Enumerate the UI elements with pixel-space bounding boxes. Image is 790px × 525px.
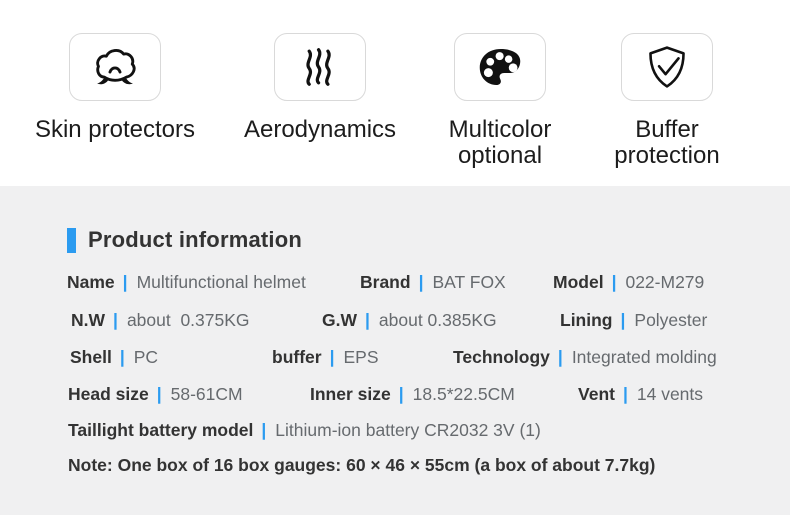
spec-separator: |: [419, 272, 424, 292]
note-cell: Note: One box of 16 box gauges: 60 × 46 …: [68, 453, 655, 477]
spec-cell-vent: Vent | 14 vents: [578, 382, 703, 406]
spec-cell-name: Name | Multifunctional helmet: [67, 270, 306, 294]
spec-separator: |: [330, 347, 335, 367]
spec-cell-buffer: buffer | EPS: [272, 345, 379, 369]
note-row: Note: One box of 16 box gauges: 60 × 46 …: [0, 453, 790, 479]
feature-label: Aerodynamics: [228, 117, 412, 143]
spec-label: Vent: [578, 384, 615, 404]
product-detail-page: Skin protectors Aerodynamics: [0, 0, 790, 525]
spec-value: BAT FOX: [432, 272, 505, 292]
feature-label: Skin protectors: [23, 117, 207, 143]
spec-separator: |: [157, 384, 162, 404]
spec-separator: |: [120, 347, 125, 367]
spec-value: Integrated molding: [572, 347, 717, 367]
note-text: Note: One box of 16 box gauges: 60 × 46 …: [68, 455, 655, 475]
spec-value: 022-M279: [625, 272, 704, 292]
spec-value: about 0.375KG: [127, 310, 250, 330]
spec-cell-brand: Brand | BAT FOX: [360, 270, 506, 294]
spec-separator: |: [113, 310, 118, 330]
feature-skin-protectors: Skin protectors: [23, 33, 207, 143]
feature-label: Buffer protection: [575, 117, 759, 169]
spec-label: Inner size: [310, 384, 391, 404]
shield-check-icon: [621, 33, 713, 101]
spec-value: EPS: [343, 347, 378, 367]
spec-label: Technology: [453, 347, 550, 367]
spec-separator: |: [365, 310, 370, 330]
spec-row: N.W | about 0.375KG G.W | about 0.385KG Lini…: [0, 308, 790, 334]
section-title: Product information: [88, 227, 302, 253]
spec-separator: |: [612, 272, 617, 292]
spec-value: Polyester: [634, 310, 707, 330]
spec-cell-nw: N.W | about 0.375KG: [71, 308, 250, 332]
spec-value: 14 vents: [637, 384, 703, 404]
spec-cell-taillight-battery: Taillight battery model | Lithium-ion batt…: [68, 418, 541, 442]
spec-separator: |: [261, 420, 266, 440]
spec-row: Name | Multifunctional helmet Brand | BAT FO…: [0, 270, 790, 296]
section-header: Product information: [67, 227, 302, 253]
spec-cell-head-size: Head size | 58-61CM: [68, 382, 243, 406]
feature-buffer-protection: Buffer protection: [575, 33, 759, 169]
spec-row: Shell | PC buffer | EPS Technology | Integrate…: [0, 345, 790, 371]
spec-row: Taillight battery model | Lithium-ion batt…: [0, 418, 790, 444]
spec-separator: |: [123, 272, 128, 292]
spec-separator: |: [399, 384, 404, 404]
airflow-icon: [274, 33, 366, 101]
spec-cell-gw: G.W | about 0.385KG: [322, 308, 497, 332]
pad-icon: [69, 33, 161, 101]
product-information-section: Product information Name | Multifunctional…: [0, 186, 790, 515]
feature-multicolor: Multicolor optional: [408, 33, 592, 169]
spec-separator: |: [623, 384, 628, 404]
feature-label: Multicolor optional: [408, 117, 592, 169]
spec-separator: |: [620, 310, 625, 330]
spec-label: Brand: [360, 272, 411, 292]
spec-cell-model: Model | 022-M279: [553, 270, 704, 294]
spec-cell-shell: Shell | PC: [70, 345, 158, 369]
spec-label: buffer: [272, 347, 322, 367]
feature-highlights: Skin protectors Aerodynamics: [0, 0, 790, 186]
spec-label: Lining: [560, 310, 612, 330]
spec-label: Taillight battery model: [68, 420, 253, 440]
spec-value: about 0.385KG: [379, 310, 497, 330]
spec-value: Multifunctional helmet: [137, 272, 306, 292]
spec-label: Shell: [70, 347, 112, 367]
spec-row: Head size | 58-61CM Inner size | 18.5*22.5CM…: [0, 382, 790, 408]
spec-value: 58-61CM: [171, 384, 243, 404]
spec-cell-technology: Technology | Integrated molding: [453, 345, 717, 369]
spec-cell-lining: Lining | Polyester: [560, 308, 707, 332]
spec-label: G.W: [322, 310, 357, 330]
spec-value: Lithium-ion battery CR2032 3V (1): [275, 420, 541, 440]
accent-bar-icon: [67, 228, 76, 253]
palette-icon: [454, 33, 546, 101]
spec-cell-inner-size: Inner size | 18.5*22.5CM: [310, 382, 515, 406]
spec-value: 18.5*22.5CM: [413, 384, 515, 404]
spec-label: Model: [553, 272, 604, 292]
spec-label: Name: [67, 272, 115, 292]
spec-separator: |: [558, 347, 563, 367]
spec-value: PC: [134, 347, 158, 367]
feature-aerodynamics: Aerodynamics: [228, 33, 412, 143]
spec-label: Head size: [68, 384, 149, 404]
spec-label: N.W: [71, 310, 105, 330]
